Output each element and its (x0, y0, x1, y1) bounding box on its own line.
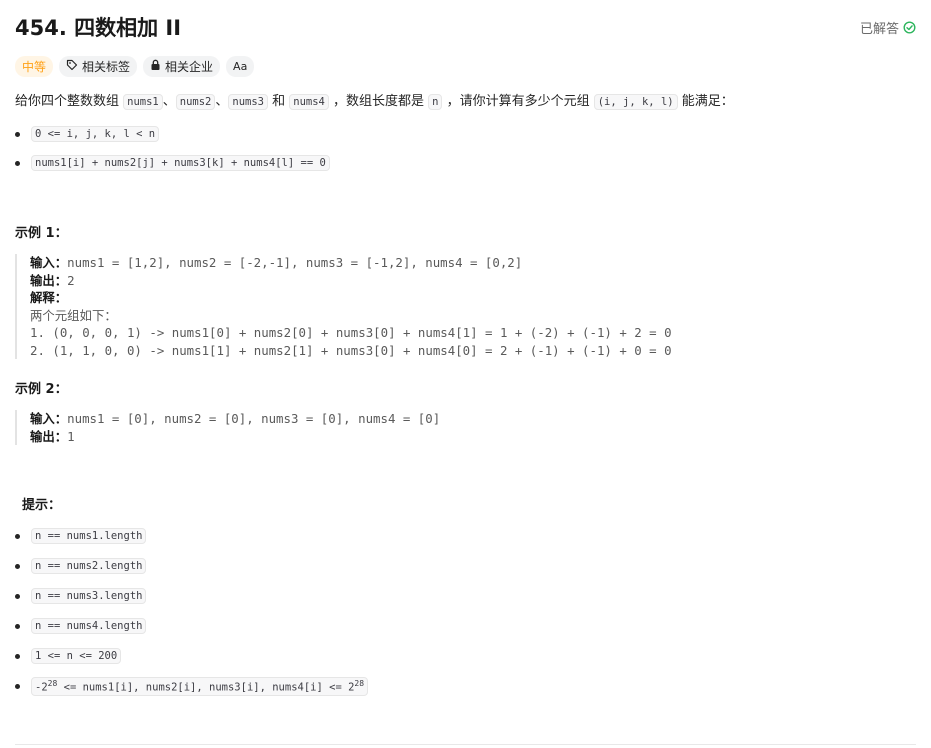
example-1-explain: 解释： (30, 289, 672, 307)
inline-code: -228 <= nums1[i], nums2[i], nums3[i], nu… (31, 677, 369, 696)
example-2-heading: 示例 2： (15, 382, 68, 397)
list-item: n == nums3.length (15, 588, 147, 604)
explain-label: 解释： (30, 290, 68, 305)
desc-text: ，请你计算有多少个元组 (442, 94, 594, 109)
related-companies-label: 相关企业 (165, 60, 214, 74)
output-value: 2 (67, 272, 75, 288)
list-item: n == nums1.length (15, 528, 147, 544)
inline-code: n == nums4.length (31, 618, 147, 634)
related-tags-label: 相关标签 (82, 60, 131, 74)
list-item: 0 <= i, j, k, l < n (15, 126, 160, 142)
output-value: 1 (67, 428, 75, 444)
example-2-output: 输出：1 (30, 428, 440, 446)
output-label: 输出： (30, 272, 68, 288)
tag-bar: 中等 相关标签 相关企业 Aa (15, 56, 255, 77)
inline-code: n == nums3.length (31, 588, 147, 604)
input-label: 输入： (30, 411, 68, 426)
lock-icon (150, 59, 161, 74)
font-toggle-label: Aa (233, 60, 248, 73)
desc-text: 、 (162, 94, 176, 109)
list-item: n == nums4.length (15, 618, 147, 634)
desc-text: 给你四个整数数组 (15, 94, 124, 109)
check-circle-icon (903, 21, 916, 34)
input-value: nums1 = [1,2], nums2 = [-2,-1], nums3 = … (67, 255, 523, 270)
output-label: 输出： (30, 428, 68, 444)
list-item: -228 <= nums1[i], nums2[i], nums3[i], nu… (15, 677, 369, 696)
title-row: 454. 四数相加 II 已解答 (15, 13, 916, 43)
explain-line: 1. (0, 0, 0, 1) -> nums1[0] + nums2[0] +… (30, 325, 672, 340)
hint-text: <= nums1[i], nums2[i], nums3[i], nums4[i… (57, 681, 355, 694)
desc-text: ，数组长度都是 (328, 94, 429, 109)
inline-code: nums1[i] + nums2[j] + nums3[k] + nums4[l… (31, 155, 330, 171)
inline-code: n == nums1.length (31, 528, 147, 544)
inline-code: (i, j, k, l) (593, 94, 678, 110)
inline-code: nums4 (289, 94, 329, 110)
list-item: nums1[i] + nums2[j] + nums3[k] + nums4[l… (15, 155, 330, 171)
desc-text: 能满足： (677, 94, 734, 109)
inline-code: nums3 (228, 94, 268, 110)
inline-code: 1 <= n <= 200 (31, 648, 122, 664)
hint-exponent: 28 (354, 679, 365, 688)
related-companies-button[interactable]: 相关企业 (143, 56, 221, 77)
desc-text: 、 (215, 94, 229, 109)
hints-heading: 提示： (22, 498, 62, 513)
tag-icon (66, 59, 78, 74)
problem-description: 给你四个整数数组 nums1、 nums2、 nums3 和 nums4 ，数组长度… (15, 91, 734, 113)
related-tags-button[interactable]: 相关标签 (59, 56, 138, 77)
explain-line: 两个元组如下： (30, 307, 117, 323)
divider (15, 744, 916, 745)
inline-code: nums2 (175, 94, 216, 110)
difficulty-badge[interactable]: 中等 (15, 56, 54, 77)
desc-text: 和 (268, 94, 290, 109)
list-item: n == nums2.length (15, 558, 147, 574)
solved-status: 已解答 (860, 18, 916, 37)
hint-exponent: 28 (47, 679, 58, 688)
example-1-output: 输出：2 (30, 272, 672, 290)
input-value: nums1 = [0], nums2 = [0], nums3 = [0], n… (67, 411, 441, 426)
example-1-block: 输入：nums1 = [1,2], nums2 = [-2,-1], nums3… (15, 254, 672, 359)
example-2-input: 输入：nums1 = [0], nums2 = [0], nums3 = [0]… (30, 410, 440, 428)
inline-code: 0 <= i, j, k, l < n (31, 126, 160, 142)
explain-line: 2. (1, 1, 0, 0) -> nums1[1] + nums2[1] +… (30, 342, 672, 358)
example-2-block: 输入：nums1 = [0], nums2 = [0], nums3 = [0]… (15, 410, 440, 445)
hint-text: -2 (35, 681, 48, 694)
inline-code: n == nums2.length (31, 558, 147, 574)
example-1-heading: 示例 1： (15, 226, 68, 241)
inline-code: nums1 (123, 94, 163, 110)
example-1-input: 输入：nums1 = [1,2], nums2 = [-2,-1], nums3… (30, 254, 672, 272)
inline-code: n (428, 94, 443, 110)
list-item: 1 <= n <= 200 (15, 648, 122, 664)
solved-label: 已解答 (859, 22, 899, 37)
input-label: 输入： (30, 255, 68, 270)
font-toggle-button[interactable]: Aa (226, 56, 255, 77)
problem-title[interactable]: 454. 四数相加 II (15, 13, 916, 43)
